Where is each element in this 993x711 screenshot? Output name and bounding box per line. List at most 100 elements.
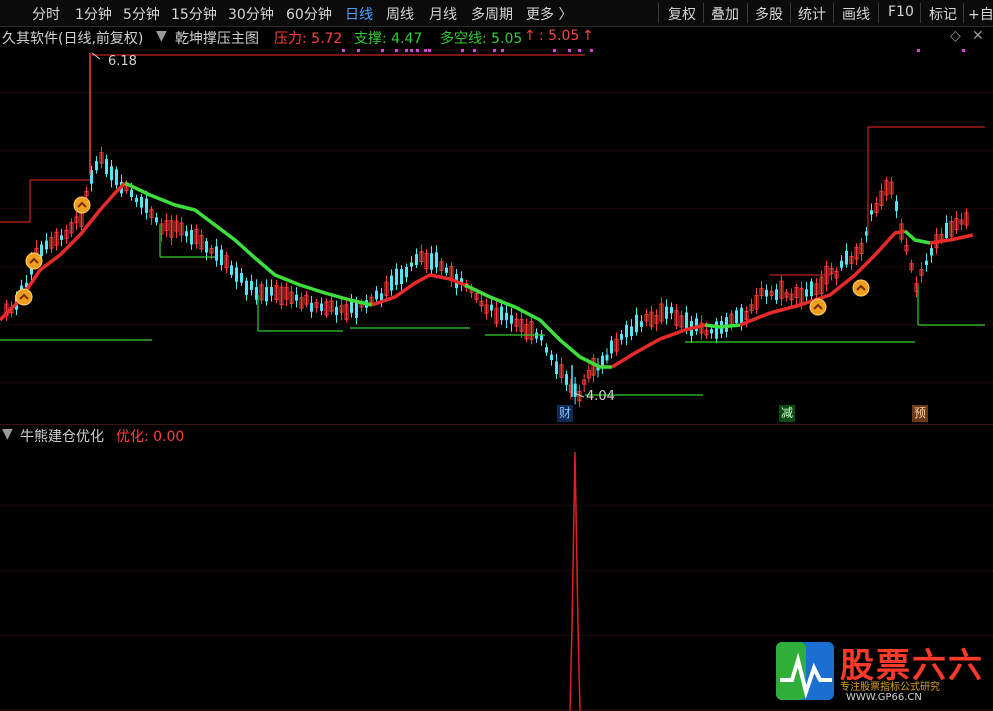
- close-icon[interactable]: ✕: [972, 28, 984, 44]
- mark-button[interactable]: 标记: [929, 4, 957, 24]
- toolbar-divider: [878, 3, 879, 23]
- add-custom-button[interactable]: +自: [968, 4, 993, 24]
- logo-emblem: [776, 642, 834, 700]
- logo-url: WWW.GP66.CN: [846, 692, 922, 703]
- signal-dot: [493, 49, 496, 52]
- candle-body: [765, 289, 768, 297]
- candle-body: [605, 354, 609, 361]
- candle-body: [640, 321, 643, 327]
- panel-divider: [0, 424, 993, 425]
- period-tab-daily[interactable]: 日线: [345, 4, 373, 24]
- period-tab-60min[interactable]: 60分钟: [286, 4, 332, 24]
- up-arrow-icon: ↑: [582, 28, 594, 44]
- candle-body: [395, 268, 398, 285]
- period-tab-weekly[interactable]: 周线: [386, 4, 414, 24]
- signal-dot: [381, 49, 384, 52]
- candle-body: [415, 254, 418, 266]
- toolbar-divider: [703, 3, 704, 23]
- candlestick-chart[interactable]: 6.18 4.04: [0, 45, 993, 425]
- toolbar-divider: [747, 3, 748, 23]
- signal-dot: [568, 49, 571, 52]
- signal-dot: [428, 49, 431, 52]
- extra-value: : 5.05: [539, 28, 580, 44]
- candle-body: [895, 201, 898, 212]
- period-tab-1min[interactable]: 1分钟: [75, 4, 112, 24]
- signal-dot: [461, 49, 464, 52]
- period-tab-multi[interactable]: 多周期: [471, 4, 513, 24]
- candle-body: [115, 169, 118, 186]
- candle-body: [45, 240, 48, 250]
- candle-body: [140, 196, 143, 208]
- candle-body: [95, 161, 98, 171]
- candle-body: [40, 244, 43, 257]
- candle-body: [60, 235, 63, 240]
- ma-line-green: [903, 229, 931, 245]
- candle-body: [490, 304, 493, 311]
- diamond-icon[interactable]: ◇: [950, 28, 961, 44]
- event-tag-forecast[interactable]: 预: [912, 405, 928, 422]
- period-tab-more[interactable]: 更多 〉: [526, 4, 572, 24]
- signal-dot: [962, 49, 965, 52]
- signal-dot: [395, 49, 398, 52]
- sub-indicator-name[interactable]: 牛熊建仓优化: [20, 426, 104, 446]
- overlay-button[interactable]: 叠加: [711, 4, 739, 24]
- signal-dot: [410, 49, 413, 52]
- up-arrow-icon: ↑: [524, 28, 536, 44]
- candle-body: [630, 326, 633, 337]
- candle-body: [110, 166, 113, 181]
- optimize-value: 优化: 0.00: [116, 429, 185, 445]
- ma-line-red: [371, 273, 466, 307]
- candle-body: [535, 332, 538, 339]
- candle-body: [625, 324, 628, 338]
- candle-body: [155, 217, 158, 223]
- candle-body: [205, 241, 208, 253]
- toolbar-divider: [658, 3, 659, 23]
- statistics-button[interactable]: 统计: [798, 4, 826, 24]
- candle-body: [710, 329, 713, 334]
- candle-body: [573, 383, 577, 397]
- candle-body: [265, 287, 268, 302]
- candle-body: [500, 306, 503, 321]
- candle-body: [840, 260, 843, 268]
- buy-signal-icon: [25, 252, 43, 270]
- candle-body: [130, 189, 133, 197]
- period-tab-15min[interactable]: 15分钟: [171, 4, 217, 24]
- low-price-label: 4.04: [586, 389, 615, 404]
- candle-body: [545, 347, 548, 353]
- signal-dot: [357, 49, 360, 52]
- signal-dot: [553, 49, 556, 52]
- candle-body: [230, 265, 233, 275]
- main-chart-header: 久其软件(日线,前复权) ▼ 乾坤撑压主图 压力: 5.72 支撑: 4.47 …: [0, 27, 993, 47]
- candle-body: [270, 287, 273, 296]
- period-toolbar: 分时 1分钟 5分钟 15分钟 30分钟 60分钟 日线 周线 月线 多周期 更…: [0, 0, 993, 27]
- candle-body: [870, 210, 873, 215]
- candle-body: [945, 222, 948, 239]
- signal-dot: [578, 49, 581, 52]
- event-tag-finance[interactable]: 财: [557, 405, 573, 422]
- period-tab-5min[interactable]: 5分钟: [123, 4, 160, 24]
- draw-line-button[interactable]: 画线: [842, 4, 870, 24]
- watermark-logo: 股票六六 专注股票指标公式研究 WWW.GP66.CN: [776, 640, 986, 705]
- high-price-label: 6.18: [108, 54, 137, 69]
- signal-dot: [590, 49, 593, 52]
- multi-stock-button[interactable]: 多股: [755, 4, 783, 24]
- event-tag-reduce[interactable]: 减: [779, 405, 795, 422]
- candle-body: [245, 280, 248, 295]
- candle-body: [725, 317, 728, 332]
- candle-body: [775, 289, 778, 301]
- sub-indicator-dropdown-icon[interactable]: ▼: [2, 426, 13, 442]
- signal-dot: [342, 49, 345, 52]
- candle-body: [930, 248, 933, 256]
- period-tab-monthly[interactable]: 月线: [429, 4, 457, 24]
- candle-body: [505, 312, 508, 321]
- buy-signal-icon: [15, 288, 33, 306]
- candle-body: [445, 267, 448, 273]
- indicator-dropdown-icon[interactable]: ▼: [156, 28, 167, 44]
- adjust-button[interactable]: 复权: [668, 4, 696, 24]
- period-tab-intraday[interactable]: 分时: [32, 4, 60, 24]
- logo-slogan: 专注股票指标公式研究: [840, 682, 940, 693]
- candle-body: [405, 266, 408, 278]
- signal-spike: [569, 451, 581, 711]
- f10-button[interactable]: F10: [888, 4, 914, 20]
- period-tab-30min[interactable]: 30分钟: [228, 4, 274, 24]
